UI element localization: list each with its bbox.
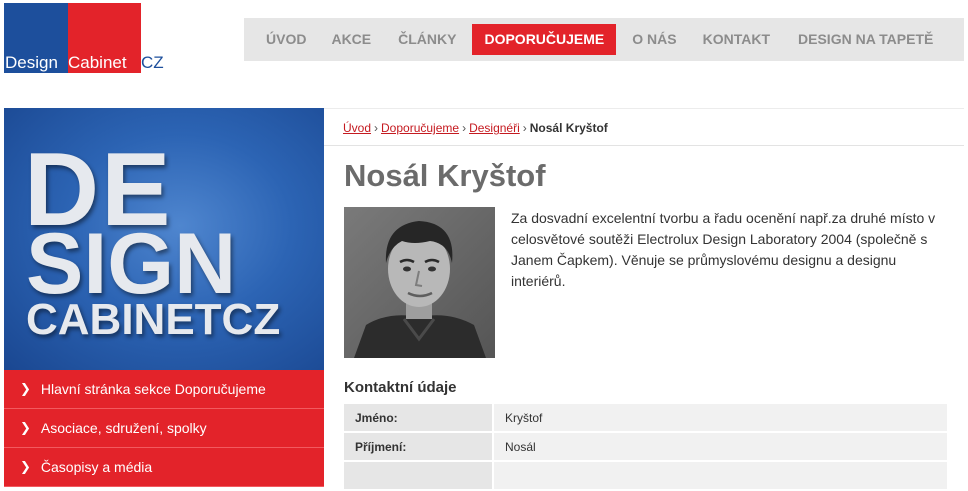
table-cell-key: [344, 462, 492, 489]
nav-item-design-na-tapete[interactable]: DESIGN NA TAPETĚ: [798, 24, 933, 55]
main-content: Úvod › Doporučujeme › Designéři › Nosál Kryšto…: [324, 108, 964, 489]
breadcrumb-link-designeri[interactable]: Designéři: [469, 121, 520, 135]
contact-table: Jméno: Kryštof Příjmení: Nosál: [344, 404, 947, 491]
sidebar: DE SIGN CABINETCZ ❯ Hlavní stránka sekce…: [4, 108, 324, 487]
breadcrumb-current: Nosál Kryštof: [529, 121, 608, 135]
chevron-right-icon: ❯: [20, 381, 31, 396]
hero-text-cabinetcz: CABINETCZ: [26, 295, 281, 344]
breadcrumb-separator: ›: [462, 121, 467, 135]
nav-item-doporucujeme[interactable]: DOPORUČUJEME: [472, 24, 617, 55]
sidebar-item-label: Časopisy a média: [40, 459, 153, 475]
table-row: Jméno: Kryštof: [344, 404, 947, 431]
logo-text-cz: CZ: [141, 53, 164, 72]
sidebar-item-label: Asociace, sdružení, spolky: [40, 420, 207, 436]
breadcrumb: Úvod › Doporučujeme › Designéři › Nosál Kryšto…: [324, 108, 964, 146]
page-title: Nosál Kryštof: [344, 158, 546, 193]
sidebar-item-label: Hlavní stránka sekce Doporučujeme: [40, 381, 266, 397]
nav-item-akce[interactable]: AKCE: [331, 24, 371, 55]
breadcrumb-separator: ›: [374, 121, 379, 135]
contact-section-title: Kontaktní údaje: [344, 379, 457, 396]
main-nav: ÚVOD AKCE ČLÁNKY DOPORUČUJEME O NÁS KONT…: [244, 18, 964, 61]
table-cell-value: Kryštof: [494, 404, 947, 431]
nav-item-kontakt[interactable]: KONTAKT: [703, 24, 770, 55]
sidebar-item-asociace[interactable]: ❯ Asociace, sdružení, spolky: [4, 409, 324, 448]
table-cell-key: Příjmení:: [344, 433, 492, 460]
breadcrumb-link-doporucujeme[interactable]: Doporučujeme: [381, 121, 459, 135]
table-cell-value: Nosál: [494, 433, 947, 460]
sidebar-menu: ❯ Hlavní stránka sekce Doporučujeme ❯ As…: [4, 370, 324, 487]
profile-photo: [344, 207, 495, 358]
site-logo[interactable]: Design Cabinet CZ: [4, 3, 164, 75]
logo-text-cabinet: Cabinet: [68, 53, 127, 72]
chevron-right-icon: ❯: [20, 459, 31, 474]
breadcrumb-separator: ›: [522, 121, 527, 135]
table-cell-value: [494, 462, 947, 489]
chevron-right-icon: ❯: [20, 420, 31, 435]
bio-text: Za dosvadní excelentní tvorbu a řadu oce…: [511, 210, 936, 289]
nav-item-o-nas[interactable]: O NÁS: [632, 24, 676, 55]
sidebar-item-casopisy[interactable]: ❯ Časopisy a média: [4, 448, 324, 487]
logo-text-design: Design: [5, 53, 58, 72]
sidebar-item-hlavni-stranka[interactable]: ❯ Hlavní stránka sekce Doporučujeme: [4, 370, 324, 409]
table-row: [344, 462, 947, 489]
table-row: Příjmení: Nosál: [344, 433, 947, 460]
breadcrumb-link-uvod[interactable]: Úvod: [343, 121, 371, 135]
table-cell-key: Jméno:: [344, 404, 492, 431]
nav-item-uvod[interactable]: ÚVOD: [266, 24, 306, 55]
hero-banner: DE SIGN CABINETCZ: [4, 108, 324, 370]
nav-item-clanky[interactable]: ČLÁNKY: [398, 24, 456, 55]
